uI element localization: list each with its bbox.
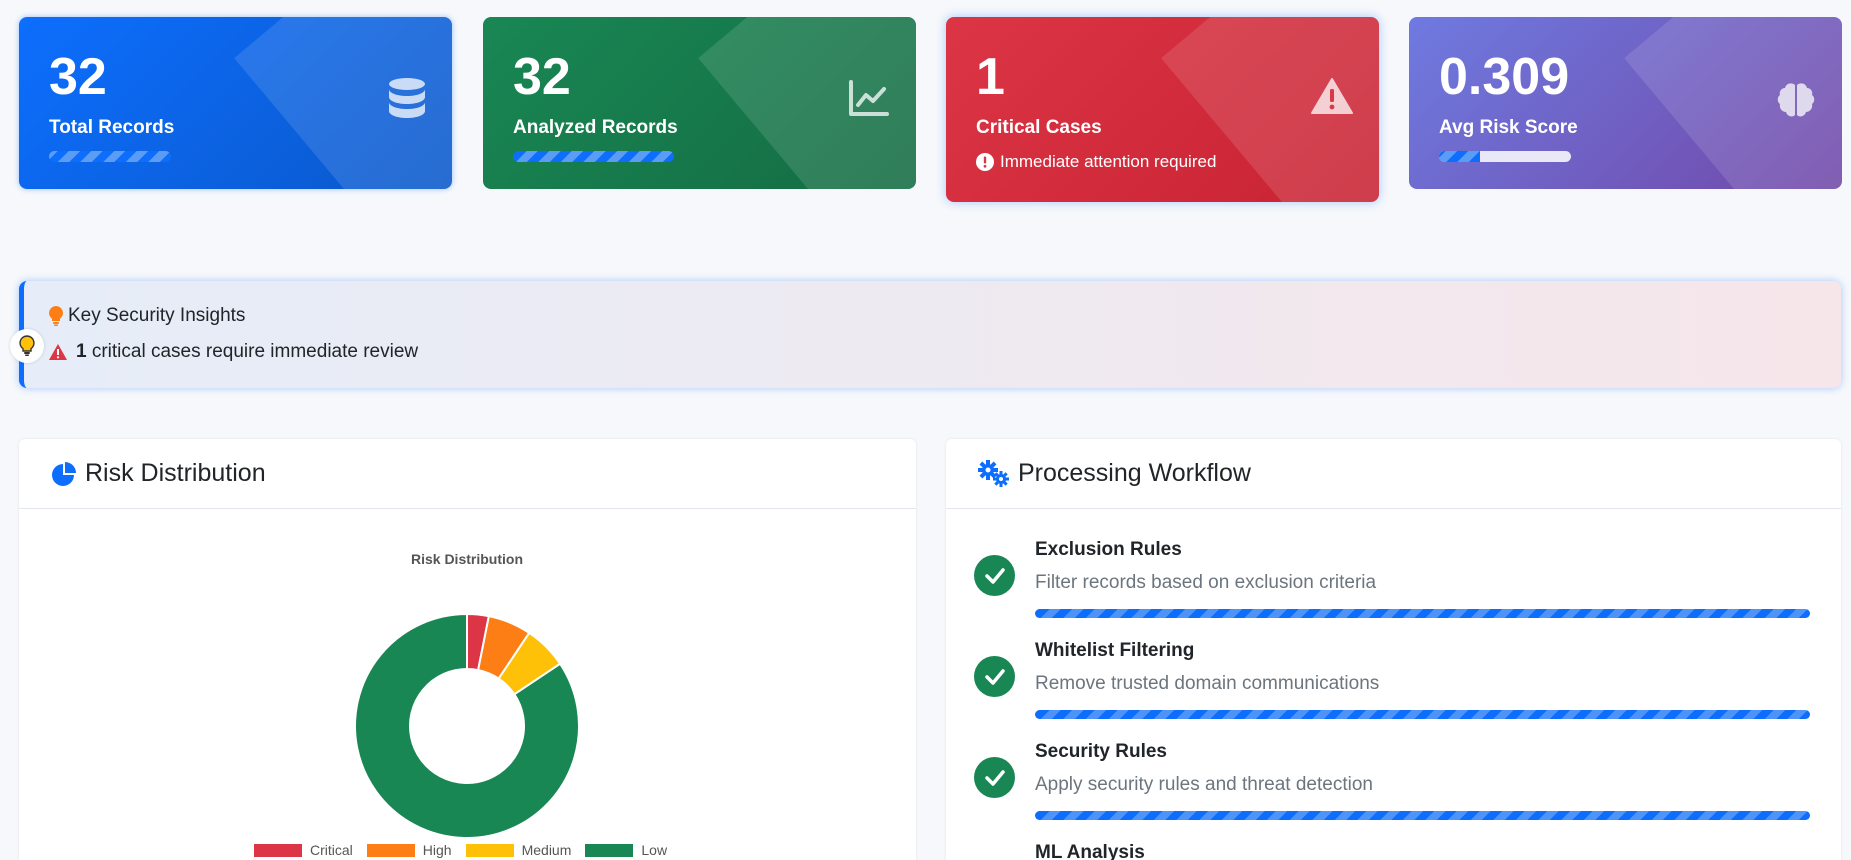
risk-donut-chart: Risk Distribution [354, 551, 580, 839]
legend-swatch [254, 843, 302, 857]
chart-legend: Critical High Medium Low [254, 842, 667, 858]
legend-item-medium[interactable]: Medium [465, 842, 572, 858]
step-progress-bar [1035, 710, 1810, 719]
panel-title: Risk Distribution [85, 459, 266, 487]
step-description: Filter records based on exclusion criter… [1035, 572, 1377, 593]
stat-progress-fill [513, 151, 674, 162]
insight-text: critical cases require immediate review [91, 341, 419, 362]
legend-item-critical[interactable]: Critical [254, 842, 353, 858]
stat-progress-bar [513, 151, 674, 162]
lightbulb-icon [49, 306, 63, 326]
legend-label: Critical [310, 842, 353, 858]
insights-title: Key Security Insights [48, 305, 1841, 327]
stat-note: Immediate attention required [976, 152, 1349, 172]
stat-label: Critical Cases [976, 117, 1102, 138]
stat-value: 1 [976, 48, 1005, 106]
stat-card-analyzed-records: 32 Analyzed Records [483, 17, 916, 189]
stat-value: 0.309 [1439, 48, 1570, 106]
stat-progress-fill [1439, 151, 1480, 162]
panel-title: Processing Workflow [1018, 459, 1251, 487]
step-progress-bar [1035, 811, 1810, 820]
chart-line-icon [848, 79, 890, 122]
legend-label: Low [641, 842, 668, 858]
stat-value: 32 [513, 48, 571, 106]
stat-card-avg-risk-score: 0.309 Avg Risk Score [1409, 17, 1842, 189]
step-description: Remove trusted domain communications [1035, 673, 1380, 694]
risk-distribution-panel: Risk Distribution Risk Distribution Crit… [19, 439, 916, 860]
step-name: Security Rules [1035, 741, 1167, 762]
step-name: Whitelist Filtering [1035, 640, 1195, 661]
processing-workflow-panel: Processing Workflow Exclusion Rules Filt… [946, 439, 1841, 860]
lightbulb-icon [10, 329, 44, 363]
legend-swatch [366, 843, 415, 857]
legend-swatch [465, 843, 514, 857]
stat-progress-fill [49, 151, 171, 162]
legend-item-high[interactable]: High [366, 842, 452, 858]
check-circle-icon [974, 656, 1015, 697]
step-progress-bar [1035, 609, 1810, 618]
stat-card-total-records: 32 Total Records [19, 17, 452, 189]
warning-icon [49, 344, 67, 360]
legend-swatch [585, 843, 634, 857]
legend-item-low[interactable]: Low [585, 842, 667, 858]
insight-item: 1 critical cases require immediate revie… [48, 341, 1841, 363]
pie-chart-icon [52, 461, 76, 486]
panel-header: Risk Distribution [19, 439, 916, 509]
warning-icon [1311, 77, 1353, 120]
exclamation-circle-icon [976, 153, 994, 171]
chart-title: Risk Distribution [411, 551, 523, 567]
stat-note-text: Immediate attention required [1000, 152, 1217, 171]
stat-label: Total Records [49, 117, 175, 138]
stat-card-critical-cases: 1 Critical Cases Immediate attention req… [946, 17, 1379, 202]
stat-label: Avg Risk Score [1439, 117, 1578, 138]
gears-icon [978, 459, 1009, 487]
step-description: Apply security rules and threat detectio… [1035, 774, 1373, 795]
insight-count: 1 [76, 341, 87, 362]
legend-label: Medium [521, 842, 572, 858]
check-circle-icon [974, 555, 1015, 596]
insights-title-text: Key Security Insights [68, 305, 246, 326]
check-circle-icon [974, 757, 1015, 798]
stat-progress-bar [1439, 151, 1571, 162]
stat-label: Analyzed Records [513, 117, 678, 138]
panel-header: Processing Workflow [946, 439, 1841, 509]
security-insights-panel: Key Security Insights 1 critical cases r… [10, 281, 1841, 388]
step-name: ML Analysis [1035, 842, 1145, 860]
brain-icon [1776, 81, 1816, 126]
stat-value: 32 [49, 48, 107, 106]
step-name: Exclusion Rules [1035, 539, 1182, 560]
database-icon [388, 77, 426, 126]
legend-label: High [422, 842, 452, 858]
stat-progress-bar [49, 151, 171, 162]
